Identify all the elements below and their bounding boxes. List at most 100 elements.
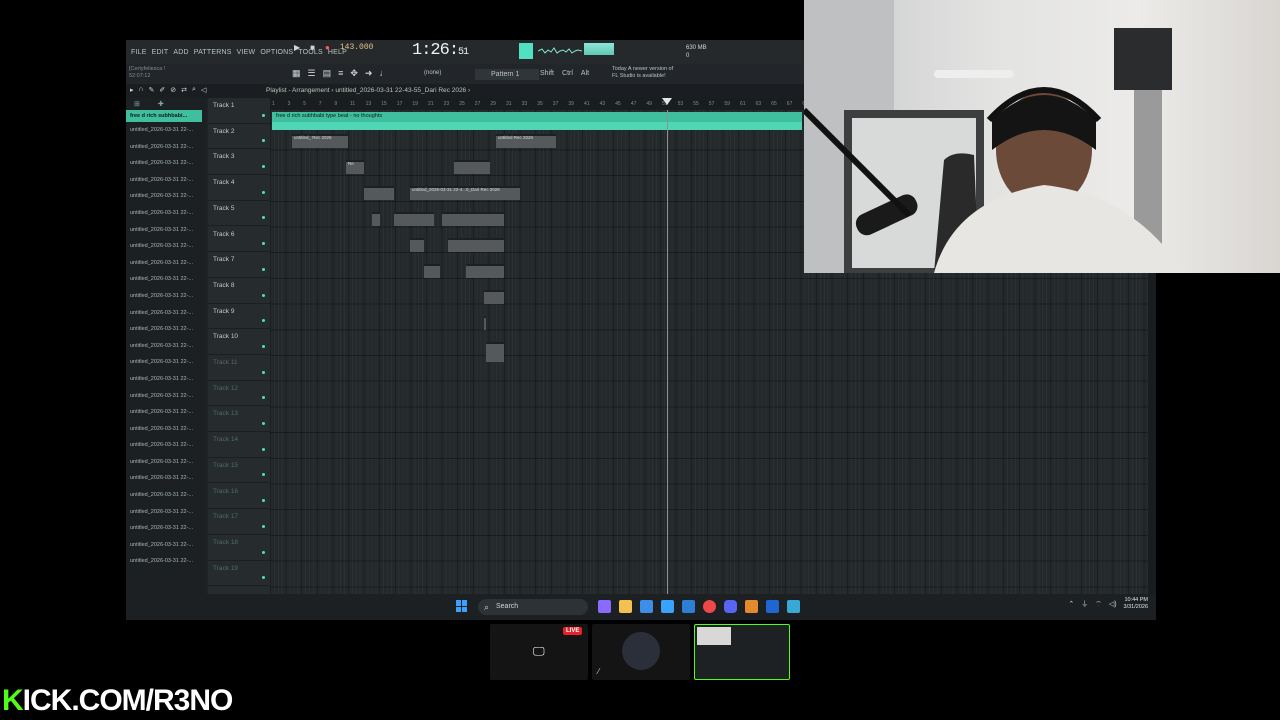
discord-icon[interactable] [724, 600, 737, 613]
slip-icon[interactable]: ⇄ [181, 86, 187, 94]
picker-item[interactable]: untitled_2026-03-31 22-... [126, 437, 206, 454]
clip-track5-b[interactable] [394, 212, 434, 226]
track-header[interactable]: Track 5 [208, 201, 270, 227]
picker-item[interactable]: untitled_2026-03-31 22-... [126, 122, 206, 139]
record-button[interactable]: ● [325, 43, 330, 52]
playhead-marker[interactable] [662, 98, 672, 105]
picker-item[interactable]: untitled_2026-03-31 22-... [126, 222, 206, 239]
picker-mode-icon[interactable]: ⊞ [134, 100, 140, 108]
track-enable-led[interactable] [262, 396, 265, 400]
plugin-icon[interactable]: ✥ [350, 68, 358, 79]
picker-item[interactable]: untitled_2026-03-31 22-... [126, 305, 206, 322]
mixer-icon[interactable]: ☰ [308, 68, 316, 79]
track-header[interactable]: Track 16 [208, 484, 270, 510]
piano-roll-icon[interactable]: ▤ [323, 68, 332, 79]
track-enable-led[interactable] [262, 422, 265, 426]
track-header[interactable]: Track 13 [208, 406, 270, 433]
mic-icon[interactable]: ♩ [379, 68, 388, 79]
track-enable-led[interactable] [262, 242, 265, 246]
usb-icon[interactable]: ⏚ [1081, 599, 1088, 609]
clip-track4-a[interactable] [364, 186, 394, 200]
picker-item[interactable]: untitled_2026-03-31 22-... [126, 470, 206, 487]
track-header[interactable]: Track 19 [208, 561, 270, 587]
app-icon[interactable] [787, 600, 800, 613]
picker-item[interactable]: untitled_2026-03-31 22-... [126, 271, 206, 288]
clip-beat[interactable]: free d rich subhbabi type beat - no thou… [272, 112, 802, 122]
picker-item[interactable]: untitled_2026-03-31 22-... [126, 454, 206, 471]
track-enable-led[interactable] [262, 319, 265, 323]
picker-item[interactable]: untitled_2026-03-31 22-... [126, 421, 206, 438]
shift-key[interactable]: Shift [540, 70, 554, 77]
dropbox-icon[interactable] [766, 600, 779, 613]
track-enable-led[interactable] [262, 190, 265, 194]
pattern-none-select[interactable]: (none) [424, 70, 441, 76]
browser-icon[interactable]: ≡ [338, 68, 343, 79]
picker-item[interactable]: untitled_2026-03-31 22-... [126, 520, 206, 537]
track-enable-led[interactable] [262, 113, 265, 117]
menu-arrow-icon[interactable]: ▸ [130, 86, 134, 94]
clip-track10[interactable] [486, 342, 504, 362]
track-enable-led[interactable] [262, 267, 265, 271]
clip-track7-a[interactable] [424, 264, 440, 278]
clip-track9[interactable] [484, 316, 486, 330]
clip-track3-a[interactable]: Re [346, 160, 364, 174]
clip-track6-a[interactable] [410, 238, 424, 252]
speaker-icon[interactable]: ◁ [201, 86, 206, 94]
clip-track5-a[interactable] [372, 212, 380, 226]
track-enable-led[interactable] [262, 447, 265, 451]
pattern-selector[interactable]: Pattern 1 [475, 69, 539, 80]
arrow-icon[interactable]: ➜ [365, 68, 373, 79]
picker-item[interactable]: untitled_2026-03-31 22-... [126, 155, 206, 172]
preview-camera[interactable]: ⁄ [592, 624, 690, 680]
photos-icon[interactable] [661, 600, 674, 613]
chevron-up-icon[interactable]: ⌃ [1068, 600, 1074, 608]
alt-key[interactable]: Alt [581, 70, 589, 77]
copilot-icon[interactable] [598, 600, 611, 613]
track-enable-led[interactable] [262, 165, 265, 169]
clip-track3-b[interactable] [454, 160, 490, 174]
menu-options[interactable]: OPTIONS [259, 49, 294, 56]
track-header[interactable]: Track 6 [208, 227, 270, 253]
track-header[interactable]: Track 15 [208, 458, 270, 484]
track-header[interactable]: Track 1 [208, 98, 270, 124]
store-icon[interactable] [640, 600, 653, 613]
picker-item[interactable]: untitled_2026-03-31 22-... [126, 172, 206, 189]
mail-icon[interactable] [682, 600, 695, 613]
picker-item[interactable]: untitled_2026-03-31 22-... [126, 255, 206, 272]
volume-icon[interactable]: ◁) [1109, 600, 1117, 608]
clip-track2-b[interactable]: untitled Rec 2026 [496, 134, 556, 148]
picker-item[interactable]: untitled_2026-03-31 22-... [126, 321, 206, 338]
track-enable-led[interactable] [262, 216, 265, 220]
update-news[interactable]: Today A newer version of FL Studio is ava… [612, 66, 673, 80]
tempo-display[interactable]: 143.000 [340, 43, 374, 52]
track-enable-led[interactable] [262, 139, 265, 143]
picker-item[interactable]: untitled_2026-03-31 22-... [126, 388, 206, 405]
track-header[interactable]: Track 2 [208, 124, 270, 150]
zoom-icon[interactable]: ⌕ [192, 86, 196, 94]
mute-icon[interactable]: ⊘ [170, 86, 176, 94]
track-enable-led[interactable] [262, 524, 265, 528]
clip-track8[interactable] [484, 290, 504, 304]
track-enable-led[interactable] [262, 344, 265, 348]
track-header[interactable]: Track 14 [208, 432, 270, 458]
track-header[interactable]: Track 12 [208, 381, 270, 407]
picker-item[interactable]: untitled_2026-03-31 22-... [126, 139, 206, 156]
menu-patterns[interactable]: PATTERNS [193, 49, 233, 56]
clip-track5-c[interactable] [442, 212, 504, 226]
brush-icon[interactable]: ✐ [159, 86, 165, 94]
taskbar-clock[interactable]: 10:44 PM 3/31/2026 [1124, 597, 1148, 611]
fl-studio-icon[interactable] [745, 600, 758, 613]
picker-item[interactable]: untitled_2026-03-31 22-... [126, 338, 206, 355]
wifi-icon[interactable]: ⌔ [1095, 600, 1102, 609]
clip-track6-b[interactable] [448, 238, 504, 252]
picker-item[interactable]: untitled_2026-03-31 22-... [126, 404, 206, 421]
chrome-icon[interactable] [703, 600, 716, 613]
track-enable-led[interactable] [262, 550, 265, 554]
clip-track2-a[interactable]: untitled_ Rec 2026 [292, 134, 348, 148]
track-enable-led[interactable] [262, 370, 265, 374]
ctrl-key[interactable]: Ctrl [562, 70, 573, 77]
picker-add-icon[interactable]: ✚ [158, 100, 164, 108]
picker-item[interactable]: untitled_2026-03-31 22-... [126, 205, 206, 222]
track-header[interactable]: Track 8 [208, 278, 270, 304]
menu-view[interactable]: VIEW [236, 49, 257, 56]
